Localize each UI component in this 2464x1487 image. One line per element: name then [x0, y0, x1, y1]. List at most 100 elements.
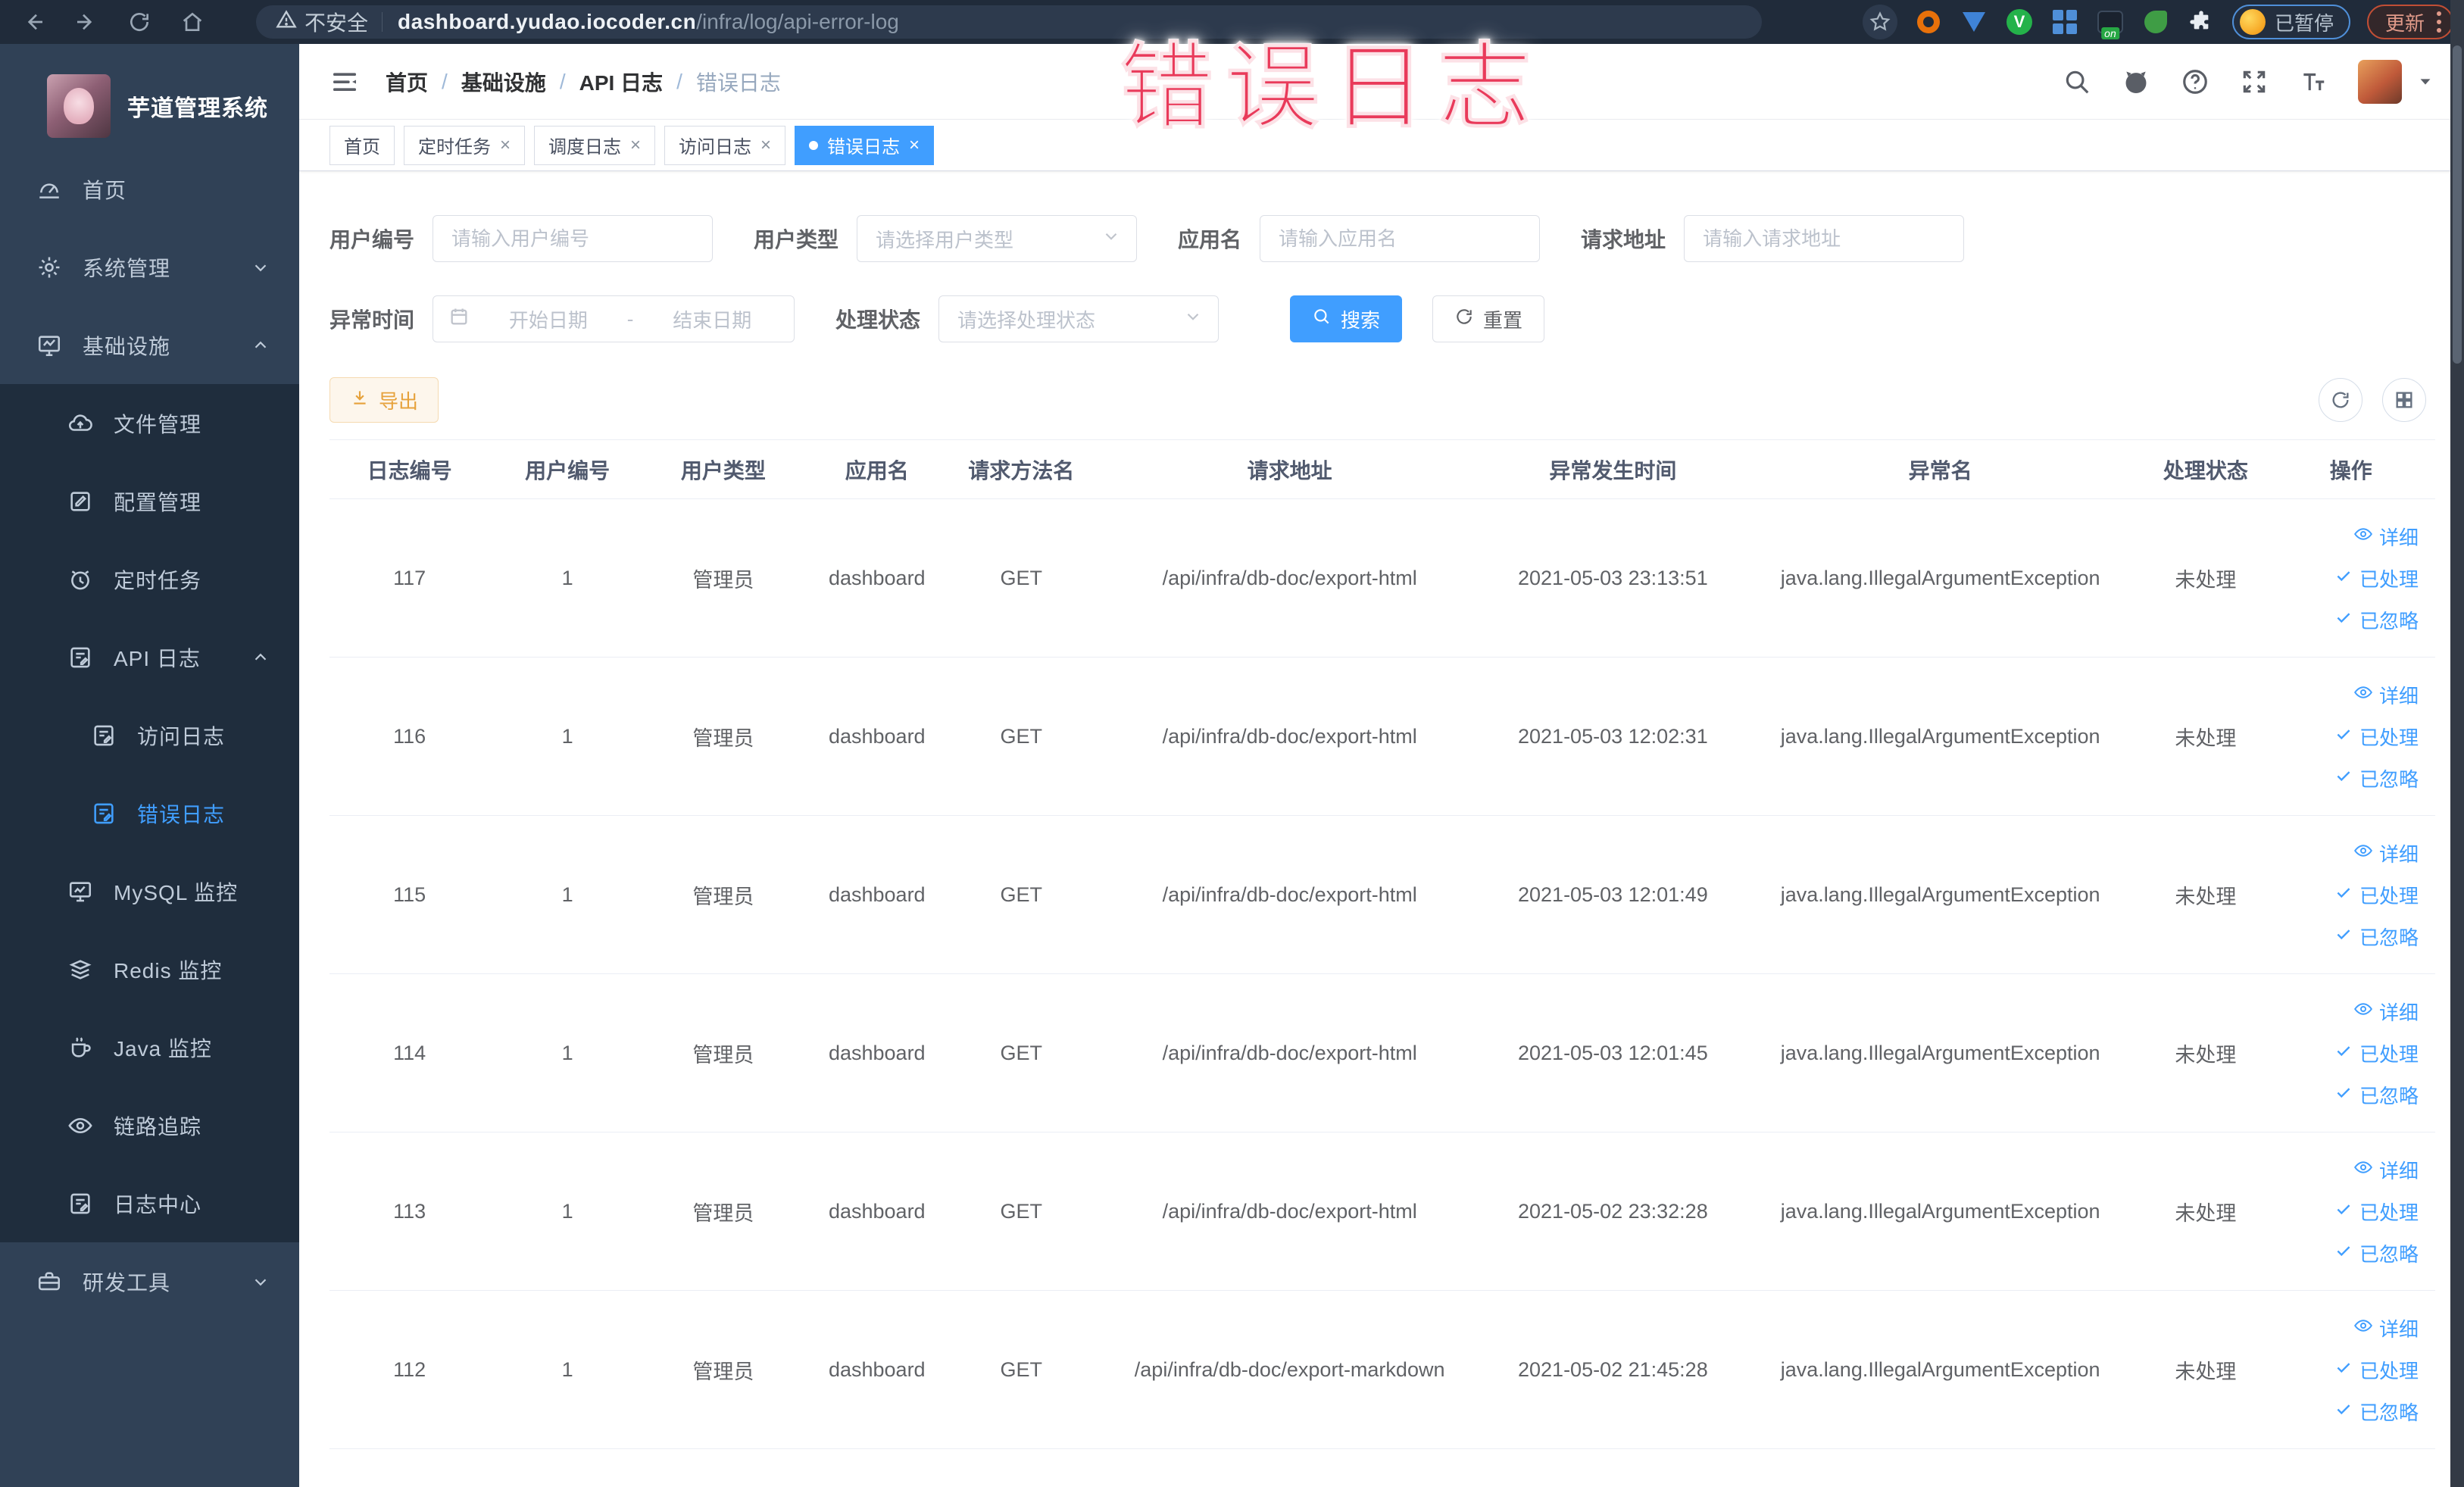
action-详细[interactable]: 详细	[2353, 839, 2419, 867]
tab-错误日志[interactable]: 错误日志 ×	[795, 125, 935, 165]
app-name-input[interactable]	[1260, 215, 1541, 262]
search-button[interactable]: 搜索	[1290, 295, 1403, 342]
browser-menu-icon[interactable]	[2437, 11, 2441, 33]
font-size-icon[interactable]	[2299, 67, 2328, 96]
sidebar-item-系统管理[interactable]: 系统管理	[0, 228, 299, 306]
paused-pill[interactable]: 已暂停	[2231, 5, 2350, 39]
scrollbar-thumb[interactable]	[2453, 45, 2462, 364]
user-id-input[interactable]	[433, 215, 714, 262]
action-已忽略[interactable]: 已忽略	[2334, 606, 2419, 634]
sidebar-item-java-监控[interactable]: Java 监控	[0, 1008, 299, 1086]
emoji-face-icon	[2239, 9, 2266, 35]
extension-adblock-icon[interactable]	[1914, 8, 1943, 36]
browser-reload-button[interactable]	[123, 5, 156, 39]
cell-id: 117	[329, 498, 490, 658]
github-icon[interactable]	[2122, 67, 2150, 96]
sidebar-item-mysql-监控[interactable]: MySQL 监控	[0, 852, 299, 930]
sidebar-item-日志中心[interactable]: 日志中心	[0, 1164, 299, 1242]
refresh-table-button[interactable]	[2319, 378, 2363, 422]
sidebar-item-基础设施[interactable]: 基础设施	[0, 306, 299, 384]
exception-time-range-picker[interactable]: 开始日期 - 结束日期	[433, 295, 795, 342]
close-icon[interactable]: ×	[630, 136, 641, 155]
action-详细[interactable]: 详细	[2353, 523, 2419, 551]
sidebar-item-访问日志[interactable]: 访问日志	[0, 696, 299, 774]
security-label[interactable]: 不安全	[304, 7, 368, 37]
sidebar-item-定时任务[interactable]: 定时任务	[0, 540, 299, 618]
tab-访问日志[interactable]: 访问日志 ×	[664, 125, 786, 165]
hamburger-icon[interactable]	[329, 67, 360, 97]
sidebar-item-label: 研发工具	[83, 1270, 171, 1295]
action-详细[interactable]: 详细	[2353, 681, 2419, 709]
close-icon[interactable]: ×	[909, 136, 920, 155]
check-icon	[2334, 724, 2353, 749]
close-icon[interactable]: ×	[500, 136, 511, 155]
cell-actions: 详细已处理已忽略	[2266, 973, 2435, 1132]
request-url-input[interactable]	[1684, 215, 1965, 262]
column-settings-button[interactable]	[2382, 378, 2426, 422]
user-avatar[interactable]	[2358, 59, 2402, 104]
sidebar-item-redis-监控[interactable]: Redis 监控	[0, 930, 299, 1008]
browser-back-button[interactable]	[17, 5, 50, 39]
filter-label: 应用名	[1178, 228, 1242, 251]
sidebar-item-api-日志[interactable]: API 日志	[0, 618, 299, 696]
sidebar-item-配置管理[interactable]: 配置管理	[0, 462, 299, 540]
sidebar-item-链路追踪[interactable]: 链路追踪	[0, 1086, 299, 1164]
cell-status: 未处理	[2144, 1132, 2267, 1291]
export-button[interactable]: 导出	[329, 377, 439, 423]
action-已处理[interactable]: 已处理	[2334, 1039, 2419, 1067]
action-已处理[interactable]: 已处理	[2334, 1356, 2419, 1384]
action-详细[interactable]: 详细	[2353, 1314, 2419, 1342]
tab-首页[interactable]: 首页	[329, 125, 395, 165]
extension-shield-icon[interactable]	[1960, 8, 1988, 36]
action-已处理[interactable]: 已处理	[2334, 723, 2419, 751]
tab-调度日志[interactable]: 调度日志 ×	[534, 125, 656, 165]
action-详细[interactable]: 详细	[2353, 1156, 2419, 1184]
fullscreen-icon[interactable]	[2240, 67, 2269, 96]
action-详细[interactable]: 详细	[2353, 998, 2419, 1026]
browser-home-button[interactable]	[176, 5, 209, 39]
breadcrumb-item[interactable]: API 日志	[579, 67, 663, 97]
error-log-table: 日志编号 用户编号 用户类型 应用名 请求方法名 请求地址 异常发生时间 异常名 处理状态 操作 …	[329, 439, 2435, 1449]
column-header: 请求方法名	[952, 439, 1090, 499]
cell-status: 未处理	[2144, 657, 2267, 816]
extensions-puzzle-icon[interactable]	[2187, 8, 2216, 36]
action-已忽略[interactable]: 已忽略	[2334, 923, 2419, 951]
browser-forward-button[interactable]	[70, 5, 103, 39]
action-已处理[interactable]: 已处理	[2334, 881, 2419, 909]
sidebar-item-label: 链路追踪	[114, 1114, 202, 1139]
extension-leaf-icon[interactable]	[2141, 8, 2170, 36]
chevron-down-icon[interactable]	[2417, 73, 2434, 90]
bookmark-star-icon[interactable]	[1862, 5, 1897, 39]
breadcrumb-item[interactable]: 首页	[386, 67, 428, 97]
cell-user_id: 1	[489, 973, 645, 1132]
user-type-select[interactable]: 请选择用户类型	[857, 215, 1138, 262]
sidebar-item-研发工具[interactable]: 研发工具	[0, 1242, 299, 1320]
action-已忽略[interactable]: 已忽略	[2334, 1081, 2419, 1109]
action-已忽略[interactable]: 已忽略	[2334, 1239, 2419, 1267]
action-已处理[interactable]: 已处理	[2334, 564, 2419, 592]
cell-status: 未处理	[2144, 973, 2267, 1132]
action-已处理[interactable]: 已处理	[2334, 1198, 2419, 1226]
breadcrumb-item[interactable]: 基础设施	[461, 67, 546, 97]
browser-scrollbar[interactable]	[2450, 0, 2464, 1487]
action-已忽略[interactable]: 已忽略	[2334, 1398, 2419, 1426]
select-placeholder: 请选择处理状态	[957, 308, 1096, 332]
cell-time: 2021-05-03 23:13:51	[1489, 498, 1736, 658]
reset-button[interactable]: 重置	[1432, 295, 1545, 342]
extension-vue-devtools-icon[interactable]: V	[2005, 8, 2034, 36]
eye-icon	[67, 1113, 93, 1139]
process-status-select[interactable]: 请选择处理状态	[938, 295, 1220, 342]
tab-定时任务[interactable]: 定时任务 ×	[404, 125, 526, 165]
sidebar-item-首页[interactable]: 首页	[0, 150, 299, 228]
help-icon[interactable]	[2181, 67, 2209, 96]
extension-switch-on-icon[interactable]	[2096, 8, 2125, 36]
tab-label: 调度日志	[548, 137, 622, 158]
close-icon[interactable]: ×	[760, 136, 771, 155]
action-已忽略[interactable]: 已忽略	[2334, 764, 2419, 792]
update-button[interactable]: 更新	[2366, 5, 2453, 39]
extension-grid-icon[interactable]	[2050, 8, 2079, 36]
sidebar-item-文件管理[interactable]: 文件管理	[0, 384, 299, 462]
search-icon[interactable]	[2063, 67, 2091, 96]
sidebar-item-错误日志[interactable]: 错误日志	[0, 774, 299, 852]
app-logo-row[interactable]: 芋道管理系统	[0, 44, 299, 150]
